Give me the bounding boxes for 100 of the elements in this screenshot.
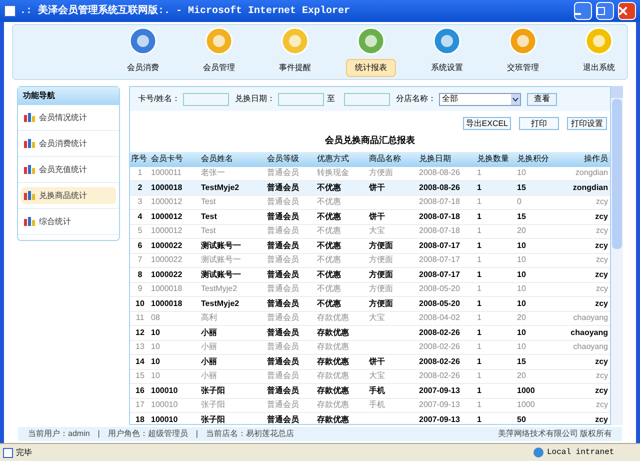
table-cell-text: 2008-02-26 — [418, 356, 461, 368]
table-row[interactable]: 2 1000018 TestMyje2 普通会员 不优惠 饼干 2008-08-26 1 15 zongdian — [130, 181, 610, 196]
table-cell-text: 2008-02-26 — [418, 341, 461, 354]
table-cell-text: 10 — [516, 298, 527, 310]
table-cell-text: 2008-07-18 — [418, 210, 461, 223]
table-cell-text: 20 — [516, 370, 527, 382]
table-cell-text: 20 — [516, 225, 527, 238]
table-row[interactable]: 14 10 小丽 普通会员 存款优惠 饼干 2008-02-26 1 15 zcy — [130, 355, 610, 370]
minimize-button[interactable] — [574, 2, 592, 20]
table-cell-text: zcy — [594, 210, 609, 223]
bar-chart-icon — [24, 165, 35, 174]
table-cell-text: 10 — [516, 268, 527, 281]
table-cell-text: 张子阳 — [200, 384, 226, 397]
table-cell-text: 手机 — [368, 399, 386, 412]
table-cell-text: 方便面 — [368, 167, 394, 180]
table-cell-text: 1000022 — [150, 240, 184, 252]
table-cell-text: 老张一 — [200, 167, 226, 180]
table-cell-text: 1000018 — [150, 182, 184, 194]
table-cell-text: zcy — [595, 399, 609, 412]
table-cell-text: 高利 — [200, 312, 218, 324]
column-header: 兑换数量 — [476, 153, 510, 165]
separator-text: | — [98, 428, 100, 440]
table-cell-text: 1 — [476, 341, 482, 354]
table-row[interactable]: 12 10 小丽 普通会员 存款优惠 2008-02-26 1 10 chaoyang — [130, 326, 610, 340]
table-cell-text: chaoyang — [572, 312, 609, 324]
column-header: 兑换日期 — [418, 153, 452, 165]
table-cell-text: 2008-04-02 — [418, 312, 461, 324]
table-row[interactable]: 3 1000012 Test 普通会员 不优惠 2008-07-18 1 0 zcy — [130, 196, 610, 210]
table-row[interactable]: 15 10 小丽 普通会员 存款优惠 大宝 2008-02-26 1 20 zcy — [130, 370, 610, 384]
action-button[interactable]: 导出EXCEL — [462, 117, 511, 130]
sidebar-item[interactable]: 会员充值统计 — [21, 161, 116, 178]
nav-tab[interactable]: 事件提醒 — [270, 59, 320, 77]
nav-tab[interactable]: 会员消费 — [118, 59, 168, 77]
scrollbar[interactable] — [611, 86, 623, 425]
table-cell-text: 普通会员 — [266, 370, 300, 382]
table-cell-text: 1 — [476, 399, 482, 412]
nav-tab[interactable]: 统计报表 — [346, 59, 396, 77]
table-cell-text: 2008-05-20 — [418, 298, 461, 310]
table-cell-text: 13 — [134, 341, 146, 354]
table-row[interactable]: 9 1000018 TestMyje2 普通会员 不优惠 方便面 2008-05-20 1 10 zcy — [130, 282, 610, 297]
table-cell-text: 不优惠 — [316, 283, 342, 296]
action-button[interactable]: 打印 — [519, 117, 559, 130]
table-cell-text: 2008-07-18 — [418, 196, 461, 208]
end-date-input[interactable] — [344, 92, 390, 106]
action-button[interactable]: 打印设置 — [567, 117, 607, 130]
table-cell-text: 2008-02-26 — [418, 370, 461, 382]
table-row[interactable]: 5 1000012 Test 普通会员 不优惠 大宝 2008-07-18 1 20 zcy — [130, 224, 610, 239]
table-cell-text: 普通会员 — [266, 312, 300, 324]
sidebar-item[interactable]: 会员情况统计 — [21, 109, 116, 126]
user-role: 用户角色：超级管理员 — [108, 428, 188, 440]
table-cell-text: zcy — [595, 225, 609, 238]
table-row[interactable]: 6 1000022 测试账号一 普通会员 不优惠 方便面 2008-07-17 1 10 zcy — [130, 239, 610, 254]
to-label: 至 — [327, 93, 336, 105]
search-button[interactable]: 查看 — [527, 92, 558, 106]
table-cell-text: 10 — [516, 341, 527, 354]
table-cell-text: 1 — [476, 414, 482, 424]
table-cell-text: 2008-08-26 — [418, 182, 461, 194]
table-cell-text: zcy — [595, 370, 609, 382]
table-cell-text: chaoyang — [570, 326, 609, 339]
table-cell-text: 15 — [134, 370, 146, 382]
card-label: 卡号/姓名： — [138, 93, 180, 105]
table-cell-text: 普通会员 — [266, 283, 300, 296]
table-cell-text: 大宝 — [368, 225, 386, 238]
column-header: 会员卡号 — [150, 153, 184, 165]
table-cell-text: 普通会员 — [266, 341, 300, 354]
maximize-button[interactable] — [596, 2, 614, 20]
sidebar-item[interactable]: 会员消费统计 — [21, 135, 116, 152]
table-cell-text: 10 — [150, 370, 161, 382]
table-row[interactable]: 7 1000022 测试账号一 普通会员 不优惠 方便面 2008-07-17 1 10 zcy — [130, 254, 610, 268]
table-cell-text: 普通会员 — [266, 268, 300, 281]
table-cell-text: 1 — [476, 225, 482, 238]
start-date-input[interactable] — [278, 92, 324, 106]
table-cell-text: 1 — [476, 240, 482, 252]
table-cell-text: Test — [200, 196, 217, 208]
table-row[interactable]: 16 100010 张子阳 普通会员 存款优惠 手机 2007-09-13 1 1000 zcy — [130, 384, 610, 398]
store-select[interactable]: 全部 — [439, 92, 522, 106]
table-row[interactable]: 11 08 高利 普通会员 存款优惠 大宝 2008-04-02 1 20 chaoyang — [130, 312, 610, 326]
sidebar-item[interactable]: 兑换商品统计 — [21, 187, 116, 204]
sidebar-item[interactable]: 综合统计 — [21, 213, 116, 230]
nav-tab[interactable]: 交班管理 — [498, 59, 548, 77]
table-row[interactable]: 17 100010 张子阳 普通会员 存款优惠 手机 2007-09-13 1 1000 zcy — [130, 398, 610, 413]
table-row[interactable]: 8 1000022 测试账号一 普通会员 不优惠 方便面 2008-07-17 1 10 zcy — [130, 268, 610, 282]
table-cell-text: zcy — [594, 240, 609, 252]
table-cell-text: 2007-09-13 — [418, 414, 461, 424]
nav-tab[interactable]: 系统设置 — [422, 59, 472, 77]
table-cell-text: 普通会员 — [266, 326, 300, 339]
table-cell-text: 16 — [134, 384, 146, 397]
table-cell-text: 15 — [516, 356, 527, 368]
table-row[interactable]: 10 1000018 TestMyje2 普通会员 不优惠 方便面 2008-05-20 1 10 zcy — [130, 297, 610, 312]
table-row[interactable]: 4 1000012 Test 普通会员 不优惠 饼干 2008-07-18 1 15 zcy — [130, 210, 610, 224]
table-cell-text: 2007-09-13 — [418, 384, 461, 397]
table-cell-text: 转换现金 — [316, 167, 350, 180]
table-row[interactable]: 13 10 小丽 普通会员 存款优惠 2008-02-26 1 10 chaoyang — [130, 340, 610, 355]
table-cell-text: 测试账号一 — [200, 268, 242, 281]
close-button[interactable] — [618, 2, 636, 20]
nav-tab[interactable]: 退出系统 — [574, 59, 624, 77]
table-cell-text: 1 — [476, 167, 482, 180]
table-cell-text: 普通会员 — [266, 167, 300, 180]
card-input[interactable] — [183, 92, 230, 106]
nav-tab[interactable]: 会员管理 — [194, 59, 244, 77]
